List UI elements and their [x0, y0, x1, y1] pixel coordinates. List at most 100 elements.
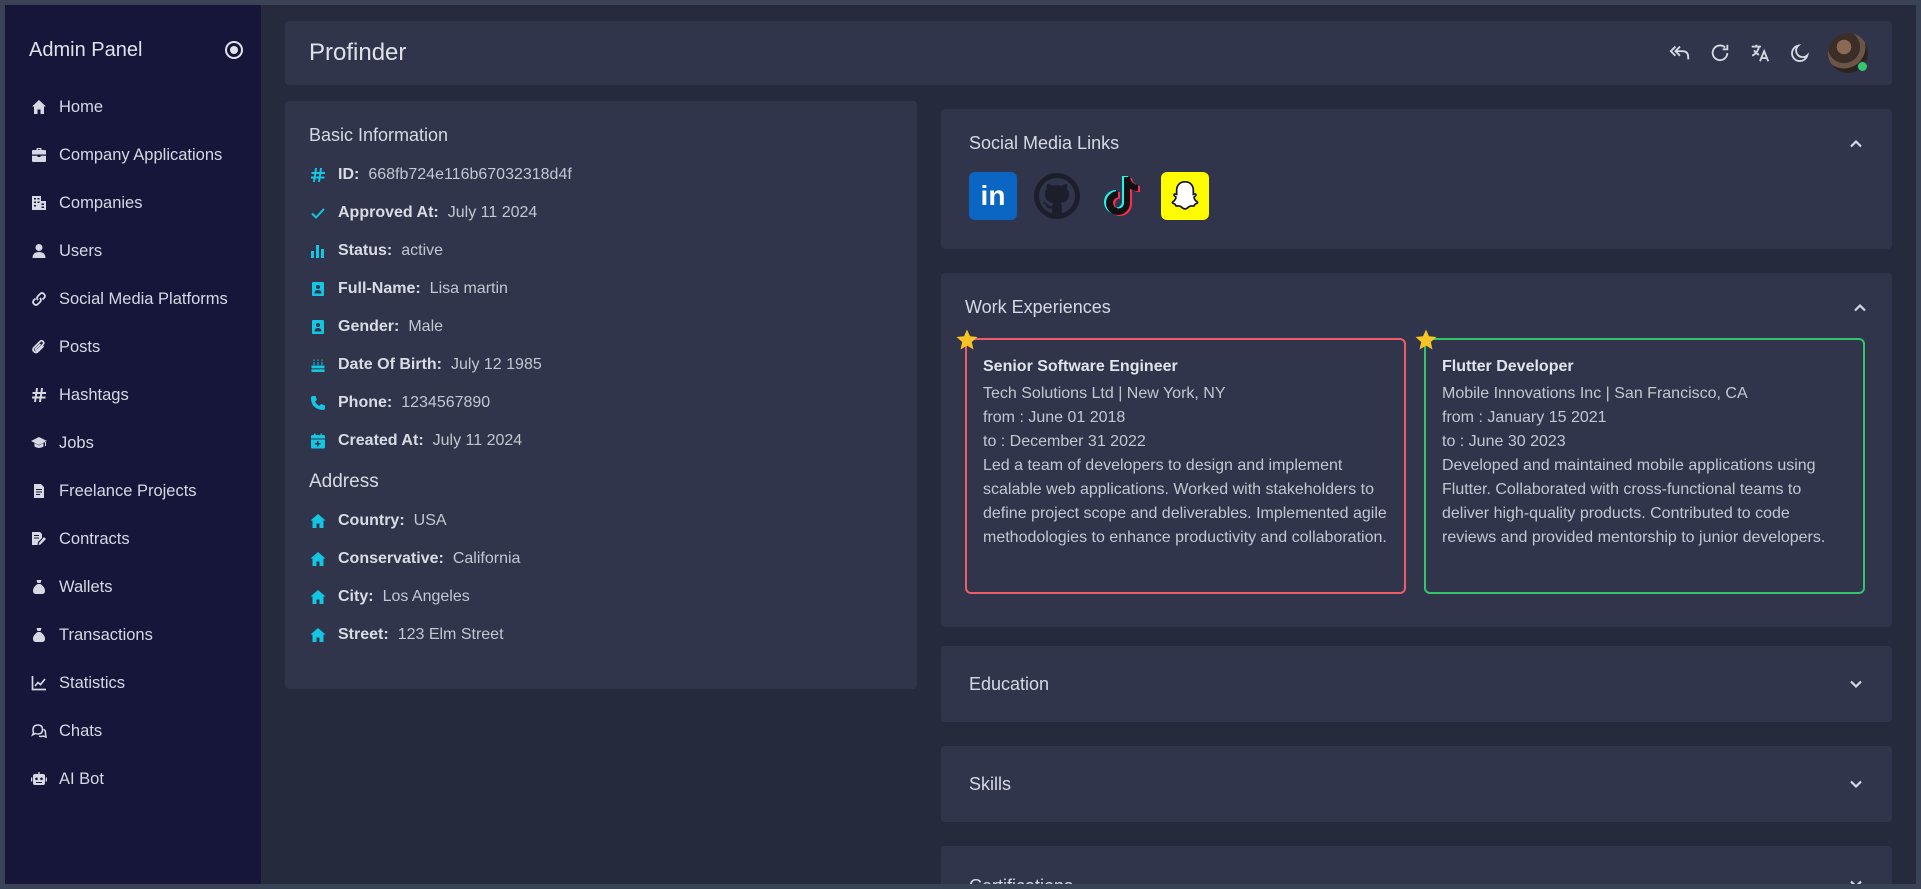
id-card-icon [309, 318, 327, 336]
file-icon [29, 481, 49, 501]
moon-icon[interactable] [1788, 41, 1812, 65]
sidebar-item-label: Chats [59, 721, 103, 740]
sidebar-nav: Home Company Applications Companies User… [5, 83, 261, 803]
social-icons: in [969, 172, 1864, 220]
top-header: Profinder [285, 21, 1892, 85]
sidebar-item-freelance-projects[interactable]: Freelance Projects [5, 467, 261, 515]
chevron-down-icon[interactable] [1848, 676, 1864, 692]
info-value: 1234567890 [401, 394, 491, 411]
info-key: Approved At: [338, 204, 439, 221]
info-key: Created At: [338, 432, 424, 449]
sidebar-item-posts[interactable]: Posts [5, 323, 261, 371]
sidebar-item-users[interactable]: Users [5, 227, 261, 275]
job-from: from : June 01 2018 [983, 409, 1126, 426]
skills-accordion[interactable]: Skills [941, 746, 1892, 822]
paperclip-icon [29, 337, 49, 357]
job-to: to : December 31 2022 [983, 433, 1146, 450]
reply-all-icon[interactable] [1668, 41, 1692, 65]
section-title: Education [969, 673, 1050, 694]
chevron-up-icon[interactable] [1848, 136, 1864, 152]
sidebar-item-label: Social Media Platforms [59, 289, 228, 308]
sidebar-header: Admin Panel [29, 35, 243, 65]
translate-icon[interactable] [1748, 41, 1772, 65]
sidebar-item-social-media-platforms[interactable]: Social Media Platforms [5, 275, 261, 323]
home-icon [309, 626, 327, 644]
sidebar-item-label: Hashtags [59, 385, 129, 404]
money-bag-icon [29, 625, 49, 645]
info-row-created-at: Created At: July 11 2024 [309, 422, 893, 460]
sidebar-item-hashtags[interactable]: Hashtags [5, 371, 261, 419]
home-icon [309, 550, 327, 568]
cake-icon [309, 356, 327, 374]
work-experience-card[interactable]: Senior Software Engineer Tech Solutions … [956, 329, 1406, 594]
chevron-down-icon[interactable] [1848, 776, 1864, 792]
id-card-icon [309, 280, 327, 298]
job-description: Led a team of developers to design and i… [983, 457, 1387, 546]
sidebar-item-company-applications[interactable]: Company Applications [5, 131, 261, 179]
social-media-links-card: Social Media Links in [941, 109, 1892, 249]
sidebar-item-wallets[interactable]: Wallets [5, 563, 261, 611]
graduation-cap-icon [29, 433, 49, 453]
work-experience-list: Senior Software Engineer Tech Solutions … [956, 329, 1868, 594]
sidebar-item-companies[interactable]: Companies [5, 179, 261, 227]
address-title: Address [309, 471, 379, 492]
bar-chart-icon [309, 242, 327, 260]
info-key: Street: [338, 626, 389, 643]
sidebar-title: Admin Panel [29, 38, 143, 61]
sidebar-item-chats[interactable]: Chats [5, 707, 261, 755]
github-icon[interactable] [1033, 172, 1081, 220]
header-actions [1668, 33, 1868, 73]
sidebar-item-contracts[interactable]: Contracts [5, 515, 261, 563]
check-icon [309, 204, 327, 222]
sidebar-item-label: Users [59, 241, 103, 260]
chevron-up-icon[interactable] [1852, 300, 1868, 316]
sidebar-item-ai-bot[interactable]: AI Bot [5, 755, 261, 803]
info-value: Los Angeles [382, 588, 470, 605]
info-value: Male [408, 318, 444, 335]
certifications-accordion[interactable]: Certifications [941, 846, 1892, 884]
info-value: 123 Elm Street [397, 626, 504, 643]
job-description: Developed and maintained mobile applicat… [1442, 457, 1826, 546]
refresh-icon[interactable] [1708, 41, 1732, 65]
home-icon [309, 512, 327, 530]
education-accordion[interactable]: Education [941, 646, 1892, 722]
info-row-date-of-birth: Date Of Birth: July 12 1985 [309, 346, 893, 384]
sidebar-item-home[interactable]: Home [5, 83, 261, 131]
briefcase-icon [29, 145, 49, 165]
job-from: from : January 15 2021 [1442, 409, 1607, 426]
sidebar-item-label: Transactions [59, 625, 153, 644]
info-value: July 11 2024 [432, 432, 523, 449]
info-value: July 11 2024 [447, 204, 538, 221]
sidebar-toggle-icon[interactable] [225, 41, 243, 59]
star-icon [955, 328, 979, 352]
chevron-down-icon[interactable] [1848, 876, 1864, 884]
sidebar-item-jobs[interactable]: Jobs [5, 419, 261, 467]
chart-line-icon [29, 673, 49, 693]
address-row-conservative: Conservative: California [309, 540, 893, 578]
info-value: July 12 1985 [451, 356, 542, 373]
info-value: 668fb724e116b67032318d4f [368, 166, 572, 183]
address-row-city: City: Los Angeles [309, 578, 893, 616]
sidebar-item-label: Companies [59, 193, 143, 212]
snapchat-icon[interactable] [1161, 172, 1209, 220]
accordion-header[interactable]: Work Experiences [965, 297, 1868, 318]
section-title: Skills [969, 773, 1012, 794]
avatar[interactable] [1828, 33, 1868, 73]
calendar-icon [309, 432, 327, 450]
job-title: Senior Software Engineer [983, 358, 1178, 375]
info-key: Status: [338, 242, 393, 259]
sidebar-item-transactions[interactable]: Transactions [5, 611, 261, 659]
sidebar-item-label: Freelance Projects [59, 481, 197, 500]
chat-icon [29, 721, 49, 741]
sidebar-item-statistics[interactable]: Statistics [5, 659, 261, 707]
home-icon [309, 588, 327, 606]
address-row-street: Street: 123 Elm Street [309, 616, 893, 654]
tiktok-icon[interactable] [1097, 172, 1145, 220]
sidebar-item-label: Wallets [59, 577, 113, 596]
hashtag-icon [309, 166, 327, 184]
info-row-approved-at: Approved At: July 11 2024 [309, 194, 893, 232]
accordion-header[interactable]: Social Media Links [969, 133, 1864, 154]
work-experience-card[interactable]: Flutter Developer Mobile Innovations Inc… [1415, 329, 1865, 594]
linkedin-icon[interactable]: in [969, 172, 1017, 220]
user-icon [29, 241, 49, 261]
